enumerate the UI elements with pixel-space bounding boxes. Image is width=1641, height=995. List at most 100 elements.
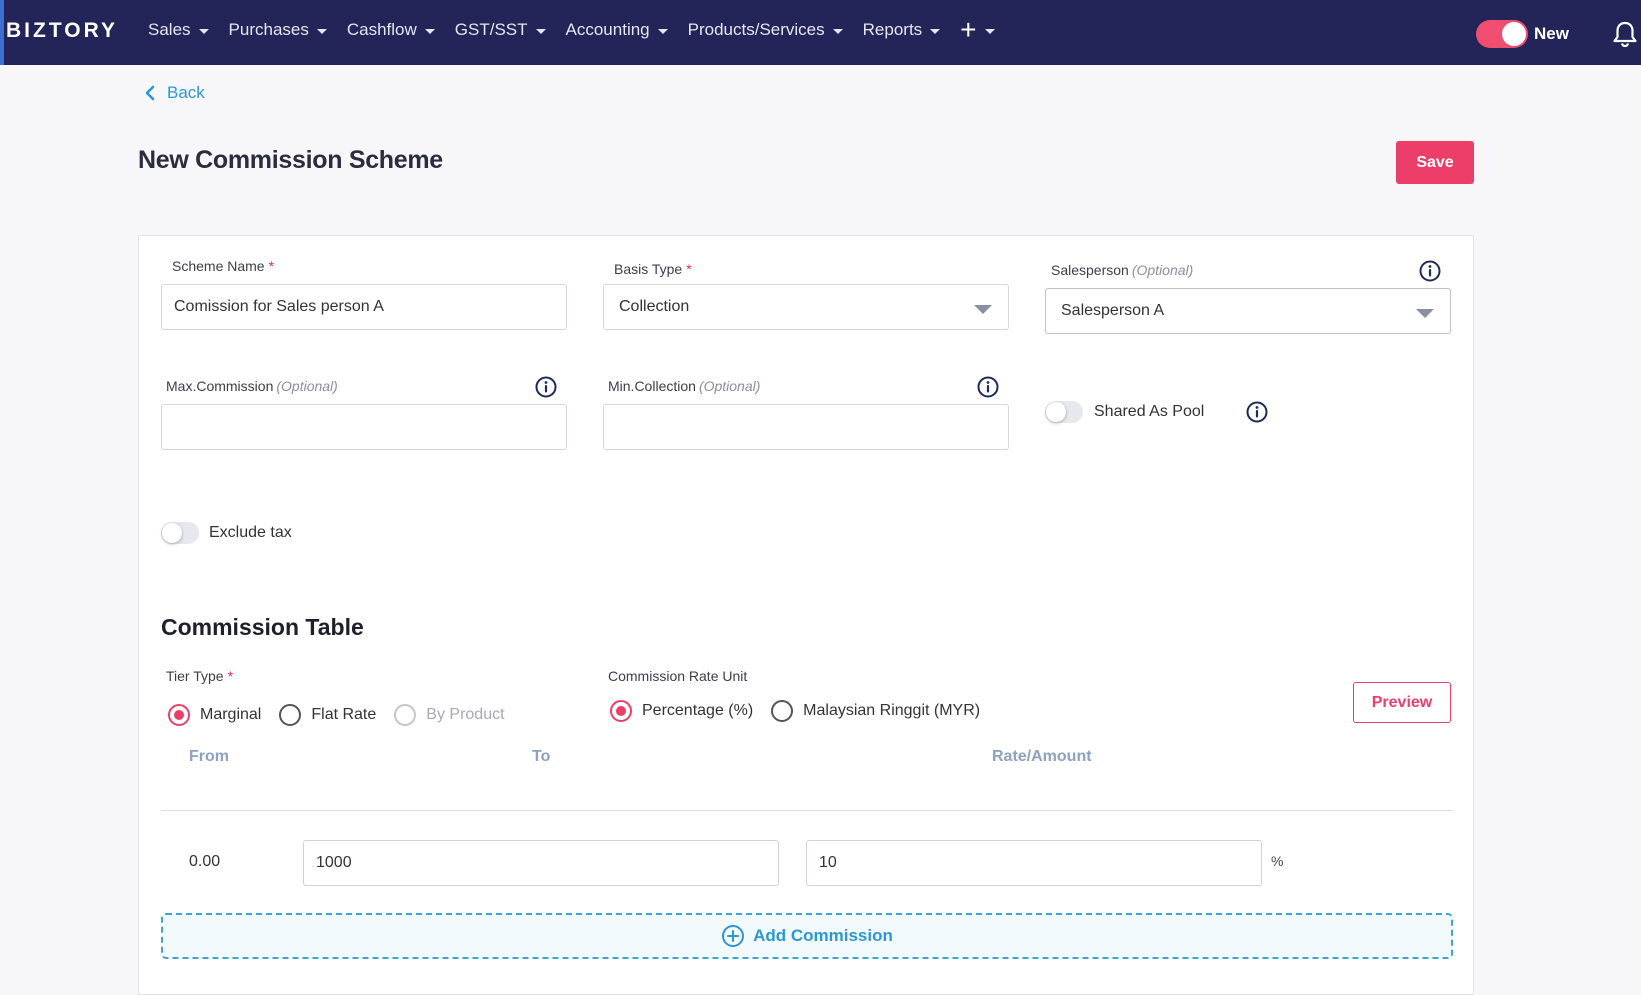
main-nav: Sales Purchases Cashflow GST/SST Account… [148, 14, 1015, 45]
basis-type-select[interactable]: Collection [603, 284, 1009, 330]
rate-unit-percentage-radio[interactable]: Percentage (%) [610, 700, 753, 722]
min-collection-label-text: Min.Collection [608, 378, 696, 394]
radio-indicator [168, 704, 190, 726]
add-circle-icon [722, 925, 745, 947]
basis-type-label: Basis Type * [614, 261, 692, 277]
radio-label: Percentage (%) [642, 702, 754, 719]
dropdown-caret-icon [1416, 309, 1434, 318]
radio-indicator [771, 700, 794, 722]
optional-marker: (Optional) [1131, 262, 1194, 278]
tier-rate-input[interactable]: 10 [806, 840, 1262, 886]
min-collection-label: Min.Collection (Optional) [608, 378, 760, 394]
save-button[interactable]: Save [1396, 141, 1474, 184]
notification-bell-icon[interactable] [1612, 20, 1638, 53]
nav-accounting-label: Accounting [565, 20, 650, 39]
radio-indicator [279, 704, 302, 726]
salesperson-select[interactable]: Salesperson A [1045, 288, 1451, 334]
basis-type-label-text: Basis Type [614, 261, 683, 277]
shared-as-pool-label: Shared As Pool [1094, 403, 1205, 420]
nav-purchases-label: Purchases [228, 20, 309, 39]
radio-label: Flat Rate [311, 706, 377, 723]
tier-type-label: Tier Type * [166, 668, 233, 684]
tier-type-by-product-radio: By Product [394, 704, 505, 726]
basis-type-value: Collection [619, 298, 690, 315]
optional-marker: (Optional) [276, 378, 338, 394]
preview-button[interactable]: Preview [1353, 682, 1451, 723]
info-icon[interactable] [535, 376, 557, 398]
required-marker: * [686, 261, 692, 277]
column-header-to: To [532, 748, 551, 765]
nav-cashflow-label: Cashflow [346, 20, 417, 39]
nav-cashflow[interactable]: Cashflow [347, 20, 435, 40]
rate-unit-myr-radio[interactable]: Malaysian Ringgit (MYR) [771, 700, 980, 722]
salesperson-label-text: Salesperson [1051, 262, 1129, 278]
radio-indicator [394, 704, 417, 726]
commission-scheme-form: Scheme Name * Comission for Sales person … [138, 235, 1474, 995]
salesperson-value: Salesperson A [1061, 302, 1165, 319]
chevron-down-icon [984, 28, 995, 34]
new-ui-toggle-label: New [1534, 24, 1569, 43]
chevron-down-icon [424, 28, 435, 34]
add-commission-label: Add Commission [753, 926, 893, 945]
tier-to-value: 1000 [316, 854, 352, 871]
nav-sales[interactable]: Sales [148, 20, 209, 40]
nav-reports[interactable]: Reports [863, 20, 941, 40]
toggle-knob [1502, 22, 1526, 46]
nav-gst-sst-label: GST/SST [454, 20, 528, 39]
required-marker: * [268, 258, 275, 274]
radio-label: By Product [426, 706, 505, 723]
scheme-name-label-text: Scheme Name [172, 258, 265, 274]
info-icon[interactable] [1419, 260, 1441, 282]
column-header-from: From [189, 748, 229, 765]
nav-sales-label: Sales [148, 20, 191, 39]
tier-to-input[interactable]: 1000 [303, 840, 779, 886]
nav-quick-create[interactable]: + [960, 14, 995, 45]
rate-unit-radio-group: Percentage (%) Malaysian Ringgit (MYR) [610, 700, 998, 722]
app-logo[interactable]: BIZTORY [6, 19, 118, 43]
plus-icon: + [960, 14, 977, 45]
tier-from-value: 0.00 [189, 853, 221, 870]
shared-as-pool-switch[interactable] [1045, 401, 1083, 423]
tier-type-marginal-radio[interactable]: Marginal [168, 704, 261, 726]
nav-accounting[interactable]: Accounting [566, 20, 668, 40]
scheme-name-label: Scheme Name * [172, 258, 274, 274]
radio-label: Malaysian Ringgit (MYR) [803, 702, 981, 719]
chevron-down-icon [832, 28, 843, 34]
commission-table-title: Commission Table [161, 614, 364, 640]
max-commission-input[interactable] [161, 404, 567, 450]
radio-indicator [610, 700, 632, 722]
chevron-down-icon [657, 28, 668, 34]
chevron-down-icon [316, 28, 327, 34]
tier-type-flat-rate-radio[interactable]: Flat Rate [279, 704, 376, 726]
switch-knob [1046, 402, 1066, 422]
add-commission-button[interactable]: Add Commission [161, 913, 1453, 959]
info-icon[interactable] [977, 376, 999, 398]
exclude-tax-switch[interactable] [161, 522, 199, 544]
table-divider [161, 810, 1453, 811]
min-collection-input[interactable] [603, 404, 1009, 450]
navbar-accent-strip [0, 0, 4, 65]
required-marker: * [227, 668, 234, 684]
back-link[interactable]: Back [145, 83, 205, 103]
nav-products-services[interactable]: Products/Services [688, 20, 843, 40]
tier-rate-unit: % [1271, 853, 1284, 869]
scheme-name-input[interactable]: Comission for Sales person A [161, 284, 567, 330]
chevron-down-icon [535, 28, 546, 34]
radio-label: Marginal [200, 706, 262, 723]
chevron-down-icon [930, 28, 941, 34]
exclude-tax-label: Exclude tax [209, 524, 292, 541]
tier-rate-value: 10 [819, 854, 837, 871]
optional-marker: (Optional) [698, 378, 761, 394]
nav-purchases[interactable]: Purchases [229, 20, 327, 40]
chevron-down-icon [198, 28, 209, 34]
chevron-left-icon [145, 85, 155, 101]
dropdown-caret-icon [974, 305, 992, 314]
top-navbar: BIZTORY Sales Purchases Cashflow GST/SST… [0, 0, 1641, 65]
max-commission-label-text: Max.Commission [166, 378, 274, 394]
new-ui-toggle[interactable] [1476, 20, 1528, 48]
nav-reports-label: Reports [862, 20, 923, 39]
info-icon[interactable] [1246, 401, 1268, 423]
rate-unit-label: Commission Rate Unit [608, 668, 748, 684]
nav-products-services-label: Products/Services [687, 20, 825, 39]
nav-gst-sst[interactable]: GST/SST [455, 20, 546, 40]
